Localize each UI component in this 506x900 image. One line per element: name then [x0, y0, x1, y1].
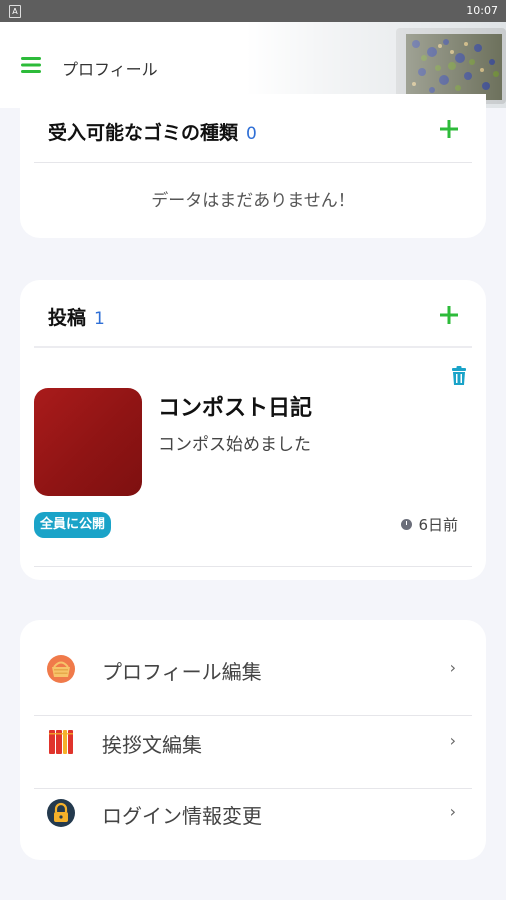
status-bar: A 10:07	[0, 0, 506, 22]
waste-types-card: 受入可能なゴミの種類 0 データはまだありません！	[20, 94, 486, 238]
posts-card: 投稿 1 コンポスト日記 コンポス始めました 全員に公開 6日前	[20, 280, 486, 580]
waste-types-header: 受入可能なゴミの種類 0	[48, 118, 257, 145]
menu-item-change-login[interactable]: ログイン情報変更 ›	[20, 776, 486, 848]
add-post-button[interactable]	[436, 302, 462, 328]
add-waste-type-button[interactable]	[436, 116, 462, 142]
waste-types-count: 0	[246, 124, 257, 144]
visibility-badge: 全員に公開	[34, 512, 112, 538]
chevron-right-icon: ›	[449, 658, 456, 677]
menu-item-label: 挨拶文編集	[102, 733, 202, 757]
notification-icon: A	[9, 5, 21, 18]
chevron-right-icon: ›	[449, 731, 456, 750]
basket-icon	[47, 655, 75, 683]
clock-icon	[401, 518, 413, 530]
page-title: プロフィール	[62, 60, 158, 79]
posts-count: 1	[94, 309, 105, 329]
chevron-right-icon: ›	[449, 802, 456, 821]
post-body: コンポス始めました	[158, 435, 311, 455]
post-timestamp: 6日前	[401, 514, 458, 535]
empty-state-message: データはまだありません！	[151, 191, 355, 211]
divider	[34, 566, 472, 567]
menu-item-edit-greeting[interactable]: 挨拶文編集 ›	[20, 705, 486, 789]
divider	[34, 162, 472, 163]
settings-menu-card: プロフィール編集 › 挨拶文編集 › ログイン情報変更 ›	[20, 620, 486, 860]
status-time: 10:07	[466, 4, 498, 17]
menu-item-label: ログイン情報変更	[102, 804, 262, 828]
divider	[34, 346, 472, 348]
menu-item-label: プロフィール編集	[102, 660, 262, 684]
posts-header: 投稿 1	[48, 303, 105, 330]
books-icon	[49, 730, 73, 754]
posts-title: 投稿	[48, 307, 87, 329]
post-time-ago: 6日前	[418, 516, 458, 534]
hamburger-menu-icon[interactable]	[20, 55, 42, 75]
waste-types-title: 受入可能なゴミの種類	[48, 122, 239, 144]
post-title: コンポスト日記	[158, 396, 313, 421]
menu-item-edit-profile[interactable]: プロフィール編集 ›	[20, 632, 486, 716]
post-thumbnail[interactable]	[34, 388, 142, 496]
trash-icon[interactable]	[450, 366, 468, 386]
lock-icon	[47, 799, 75, 827]
